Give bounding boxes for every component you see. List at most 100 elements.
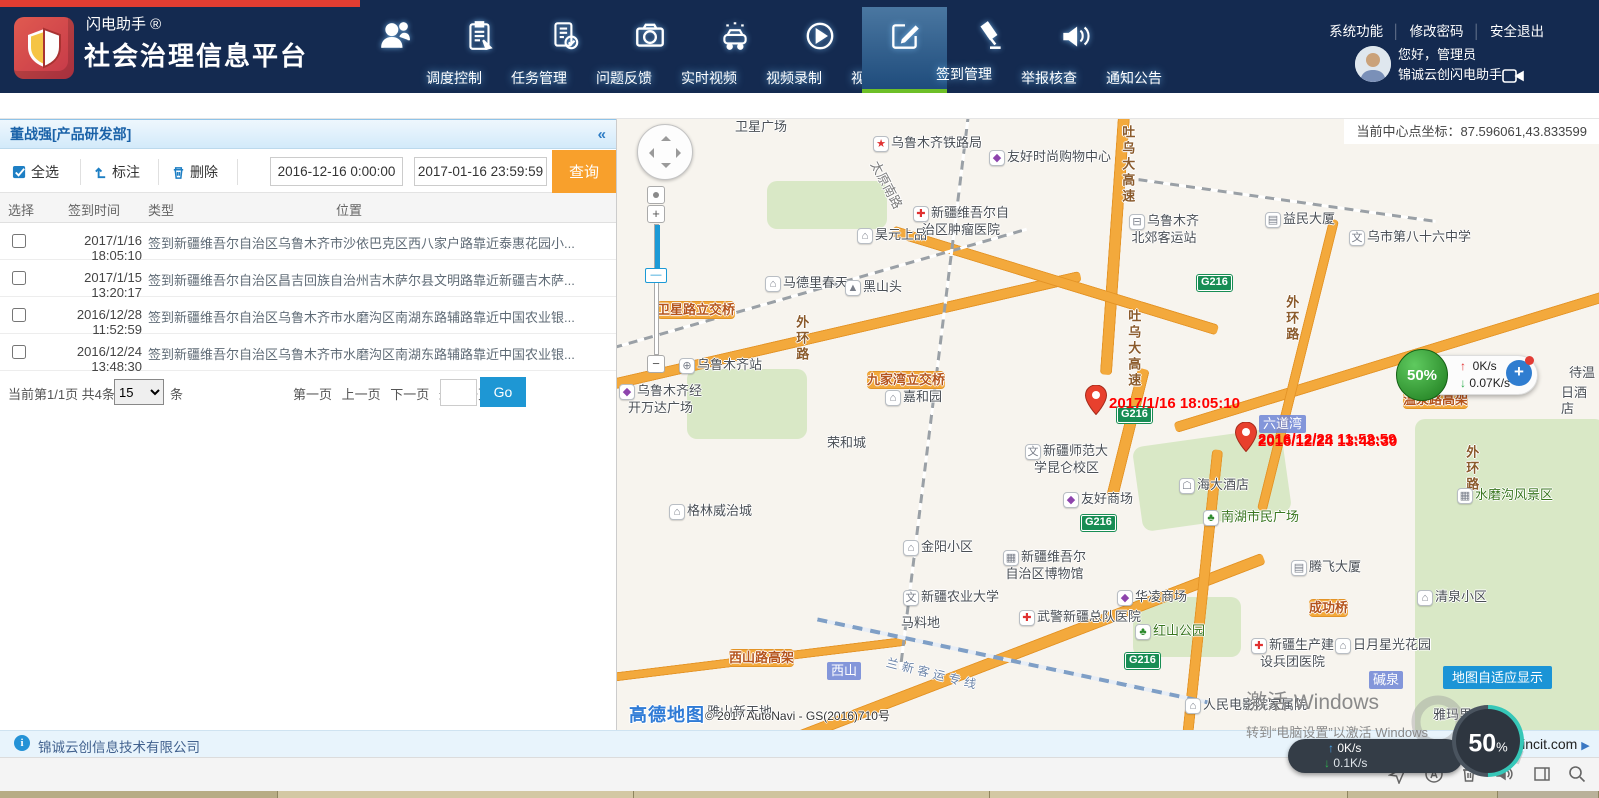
zoom-in-button[interactable]: + xyxy=(647,205,665,223)
zoom-slider-handle[interactable]: — xyxy=(645,268,667,283)
map-pan-control[interactable] xyxy=(637,124,693,180)
map-label-text: 日酒店 xyxy=(1561,385,1587,416)
nav-item-video-record[interactable]: 视频录制 xyxy=(692,7,777,93)
divider xyxy=(80,159,81,185)
checkin-pin-label: 2017/1/16 18:05:10 xyxy=(1109,395,1240,412)
map-label-text: 乌市第八十六中学 xyxy=(1367,229,1471,244)
map-label-text: 黑山头 xyxy=(863,279,902,294)
avatar xyxy=(1355,46,1391,82)
arrow-icon: ▶ xyxy=(1581,740,1589,752)
pan-up-icon[interactable] xyxy=(661,131,671,141)
map-label: 文乌市第八十六中学 xyxy=(1349,229,1471,246)
checkin-map-pin[interactable] xyxy=(1235,422,1257,457)
page-size-select[interactable]: 15 xyxy=(114,379,164,405)
footer-site-link[interactable]: jincit.com ▶ xyxy=(1519,736,1590,752)
map-label-text: 友好商场 xyxy=(1081,491,1133,506)
link-change-password[interactable]: 修改密码 xyxy=(1410,24,1464,39)
checkin-pin-label-overlap: 2016/12/24 13:48:30 xyxy=(1258,433,1397,450)
row-checkbox[interactable] xyxy=(12,271,26,285)
page-number-input[interactable] xyxy=(440,379,477,406)
app-subtitle: 闪电助手 ® xyxy=(86,13,161,34)
poi-icon: ◆ xyxy=(1117,590,1133,606)
nav-item-checkin[interactable]: 签到管理 xyxy=(862,7,947,93)
speed-widget-bottom[interactable]: ↑ 0K/s ↓ 0.1K/s xyxy=(1288,739,1463,773)
map-green-area xyxy=(687,369,807,439)
map-label-text: 碱泉 xyxy=(1373,672,1399,687)
amap-logo: 高德地图 xyxy=(629,701,705,727)
map-label: 外环路 xyxy=(1283,295,1299,343)
page-prev-link[interactable]: 上一页 xyxy=(342,387,381,402)
pan-left-icon[interactable] xyxy=(644,148,654,158)
map-label: ◆华凌商场 xyxy=(1117,589,1187,606)
map-label: ⊟乌鲁木齐 北郊客运站 xyxy=(1129,213,1199,246)
poi-icon: ⌂ xyxy=(857,228,873,244)
link-safe-logout[interactable]: 安全退出 xyxy=(1490,24,1544,39)
map-label-text: 武警新疆总队医院 xyxy=(1037,609,1141,624)
map-label: ⊕乌鲁木齐站 xyxy=(679,357,762,374)
poi-icon: ✚ xyxy=(1019,610,1035,626)
poi-icon: ♣ xyxy=(1135,624,1151,640)
pan-right-icon[interactable] xyxy=(676,148,686,158)
nav-item-report-check[interactable]: 举报核查 xyxy=(947,7,1032,93)
nav-label: 通知公告 xyxy=(1092,68,1177,88)
date-from-input[interactable] xyxy=(270,157,403,186)
row-checkbox[interactable] xyxy=(12,345,26,359)
upload-speed: ↑ 0K/s xyxy=(1328,741,1361,755)
map-label: 荣和城 xyxy=(827,435,866,451)
poi-icon: 文 xyxy=(1025,444,1041,460)
nav-item-video-push[interactable]: 视频推送 xyxy=(777,7,862,93)
map-label-text: G216 xyxy=(1129,654,1156,666)
zoom-out-button[interactable]: − xyxy=(647,355,665,373)
nav-item-feedback[interactable]: 问题反馈 xyxy=(522,7,607,93)
poi-icon: ⊟ xyxy=(1129,214,1145,230)
speed-percent: 50% xyxy=(1452,711,1524,783)
divider: │ xyxy=(1392,24,1400,39)
row-time: 2016/12/24 13:48:30 xyxy=(34,344,142,374)
poi-icon: 文 xyxy=(1349,230,1365,246)
row-checkbox[interactable] xyxy=(12,308,26,322)
map-label: ▲黑山头 xyxy=(845,279,902,296)
table-row: 2017/1/15 13:20:17 签到新疆维吾尔自治区昌吉回族自治州吉木萨尔… xyxy=(0,260,616,297)
map-label: 文新疆师范大 学昆仑校区 xyxy=(1025,443,1108,476)
map-label-text: G216 xyxy=(1085,516,1112,528)
nav-item-dispatch[interactable]: 调度控制 xyxy=(352,7,437,93)
go-button[interactable]: Go xyxy=(480,377,526,407)
video-camera-icon[interactable] xyxy=(1502,68,1524,89)
select-all-button[interactable]: 全选 xyxy=(12,157,59,187)
row-checkbox[interactable] xyxy=(12,234,26,248)
link-system-functions[interactable]: 系统功能 xyxy=(1329,24,1383,39)
app-logo-shield-icon xyxy=(14,17,74,79)
nav-item-live-video[interactable]: 实时视频 xyxy=(607,7,692,93)
map-label-text: 成功桥 xyxy=(1309,600,1348,615)
pan-down-icon[interactable] xyxy=(661,163,671,173)
notification-dot xyxy=(1525,356,1534,365)
map-locate-button[interactable] xyxy=(647,186,665,204)
map-canvas[interactable]: 卫星广场 ★乌鲁木齐铁路局 ◆友好时尚购物中心 吐乌大高速 太原南路 ⌂昊元上品… xyxy=(617,119,1599,730)
page-next-link[interactable]: 下一页 xyxy=(390,387,429,402)
search-icon[interactable] xyxy=(1567,764,1587,789)
nav-item-notice[interactable]: 通知公告 xyxy=(1032,7,1117,93)
mark-button[interactable]: 标注 xyxy=(93,157,140,187)
collapse-panel-icon[interactable]: « xyxy=(598,120,606,149)
map-highway xyxy=(1257,218,1339,512)
breadcrumb xyxy=(0,93,1599,119)
page-first-link[interactable]: 第一页 xyxy=(293,387,332,402)
map-label: ▤腾飞大厦 xyxy=(1291,559,1361,576)
page-load-progress-bar xyxy=(0,0,360,7)
date-to-input[interactable] xyxy=(414,157,547,186)
divider xyxy=(237,159,238,185)
checkin-map-pin[interactable] xyxy=(1085,385,1107,420)
map-label-text: 新疆维吾尔自 治区肿瘤医院 xyxy=(922,205,1009,237)
zoom-slider-fill xyxy=(655,225,660,272)
delete-button[interactable]: 删除 xyxy=(171,157,218,187)
poi-icon: ✚ xyxy=(913,206,929,222)
query-button[interactable]: 查询 xyxy=(552,150,616,193)
map-label-text: 清泉小区 xyxy=(1435,589,1487,604)
nav-item-tasks[interactable]: 任务管理 xyxy=(437,7,522,93)
header-links: 系统功能│修改密码│安全退出 xyxy=(1329,20,1544,40)
map-label: 卫星广场 xyxy=(735,119,787,135)
map-label-text: 乌鲁木齐站 xyxy=(697,357,762,372)
map-label-text: 外环路 xyxy=(1284,295,1299,343)
speed-ball-top[interactable]: 50% xyxy=(1396,349,1448,401)
poi-icon: ⌂ xyxy=(1185,698,1201,714)
